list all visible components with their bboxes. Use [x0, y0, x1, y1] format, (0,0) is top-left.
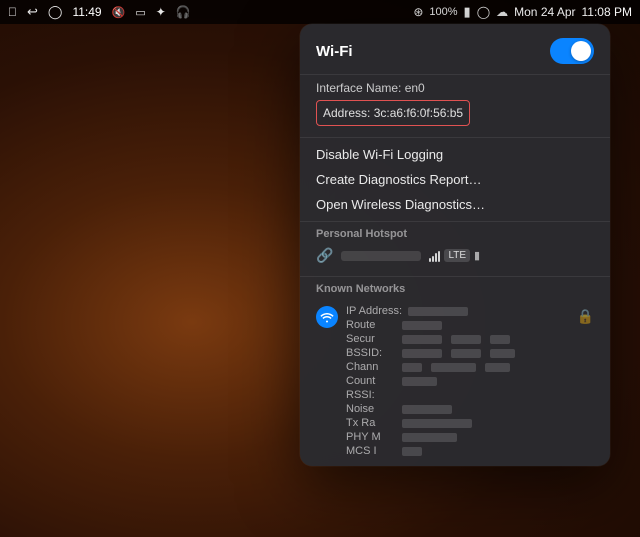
undo-icon[interactable]: ↩	[27, 4, 38, 20]
disable-wifi-logging-item[interactable]: Disable Wi-Fi Logging	[300, 142, 610, 167]
phy-row: PHY M	[346, 430, 569, 444]
route-label: Route	[346, 319, 396, 331]
noise-value	[402, 405, 452, 414]
menubar-right: ⊛ 100% ▮ ◯ ☁ Mon 24 Apr 11:08 PM	[413, 4, 632, 20]
channel-value-2	[431, 363, 476, 372]
channel-value-1	[402, 363, 422, 372]
wifi-menubar-icon[interactable]: ⊛	[413, 5, 423, 19]
address-box: Address: 3c:a6:f6:0f:56:b5	[316, 100, 470, 126]
network-details: IP Address: Route Secur	[346, 304, 569, 458]
txrate-label: Tx Ra	[346, 417, 396, 429]
ip-label: IP Address:	[346, 305, 402, 317]
hotspot-battery-icon: ▮	[474, 249, 480, 262]
toggle-knob	[571, 41, 591, 61]
signal-bar-1	[429, 258, 431, 262]
channel-value-3	[485, 363, 510, 372]
lte-badge: LTE	[444, 249, 470, 262]
desktop:  ↩ ◯ 11:49 🔇 ▭ ✦ 🎧 ⊛ 100% ▮ ◯ ☁	[0, 0, 640, 537]
interface-info-section: Interface Name: en0 Address: 3c:a6:f6:0f…	[300, 75, 610, 138]
known-networks-header: Known Networks	[300, 277, 610, 298]
network-wifi-icon	[316, 306, 338, 328]
hotspot-section: Personal Hotspot 🔗 LTE ▮	[300, 222, 610, 277]
ip-address-row: IP Address:	[346, 304, 569, 318]
phy-value	[402, 433, 457, 442]
apple-icon[interactable]: 	[8, 5, 17, 19]
rssi-row: RSSI:	[346, 388, 569, 402]
known-network-item[interactable]: IP Address: Route Secur	[300, 298, 610, 462]
timer-icon[interactable]: ◯	[48, 4, 63, 20]
user-icon[interactable]: ◯	[477, 5, 490, 19]
signal-bar-2	[432, 256, 434, 262]
bssid-row: BSSID:	[346, 346, 569, 360]
menubar-date: Mon 24 Apr	[514, 5, 575, 19]
bssid-value-3	[490, 349, 515, 358]
txrate-row: Tx Ra	[346, 416, 569, 430]
bssid-label: BSSID:	[346, 347, 396, 359]
mute-icon[interactable]: 🔇	[112, 6, 126, 19]
bssid-value-1	[402, 349, 442, 358]
battery-icon: ▮	[464, 4, 471, 20]
menubar-left:  ↩ ◯ 11:49 🔇 ▭ ✦ 🎧	[8, 4, 191, 20]
mcs-row: MCS I	[346, 444, 569, 458]
menu-items-section: Disable Wi-Fi Logging Create Diagnostics…	[300, 138, 610, 222]
security-row: Secur	[346, 332, 569, 346]
signal-bar-3	[435, 253, 437, 262]
address-value: Address: 3c:a6:f6:0f:56:b5	[323, 106, 463, 120]
route-row: Route	[346, 318, 569, 332]
phy-label: PHY M	[346, 431, 396, 443]
menubar:  ↩ ◯ 11:49 🔇 ▭ ✦ 🎧 ⊛ 100% ▮ ◯ ☁	[0, 0, 640, 24]
create-diagnostics-item[interactable]: Create Diagnostics Report…	[300, 167, 610, 192]
channel-label: Chann	[346, 361, 396, 373]
mcs-label: MCS I	[346, 445, 396, 457]
rssi-label: RSSI:	[346, 389, 396, 401]
headphones-icon[interactable]: 🎧	[176, 5, 191, 19]
display-icon[interactable]: ▭	[135, 6, 145, 19]
known-networks-section: Known Networks IP Address:	[300, 277, 610, 466]
wifi-toggle[interactable]	[550, 38, 594, 64]
wifi-title: Wi-Fi	[316, 43, 353, 60]
hotspot-item[interactable]: 🔗 LTE ▮	[300, 243, 610, 268]
security-value-2	[451, 335, 481, 344]
route-value	[402, 321, 442, 330]
signal-bar-4	[438, 251, 440, 262]
txrate-value	[402, 419, 472, 428]
hotspot-signal: LTE ▮	[429, 249, 480, 262]
noise-label: Noise	[346, 403, 396, 415]
hotspot-section-header: Personal Hotspot	[300, 222, 610, 243]
noise-row: Noise	[346, 402, 569, 416]
interface-name-row: Interface Name: en0	[316, 79, 594, 97]
wifi-header: Wi-Fi	[300, 24, 610, 75]
network-lock-icon: 🔒	[577, 304, 594, 325]
bssid-value-2	[451, 349, 481, 358]
ip-value	[408, 307, 468, 316]
country-label: Count	[346, 375, 396, 387]
security-value-1	[402, 335, 442, 344]
channel-row: Chann	[346, 360, 569, 374]
open-wireless-diagnostics-item[interactable]: Open Wireless Diagnostics…	[300, 192, 610, 217]
country-row: Count	[346, 374, 569, 388]
security-value-3	[490, 335, 510, 344]
mcs-value	[402, 447, 422, 456]
wifi-panel: Wi-Fi Interface Name: en0 Address: 3c:a6…	[300, 24, 610, 466]
cloud-icon[interactable]: ☁	[496, 5, 508, 19]
hotspot-link-icon: 🔗	[316, 247, 333, 264]
menubar-clock-left: 11:49	[72, 5, 101, 19]
country-value	[402, 377, 437, 386]
hotspot-name-blur	[341, 251, 421, 261]
signal-bars	[429, 250, 440, 262]
security-label: Secur	[346, 333, 396, 345]
battery-percent: 100%	[429, 6, 457, 18]
bluetooth-icon[interactable]: ✦	[156, 5, 166, 19]
menubar-time: 11:08 PM	[582, 5, 632, 19]
